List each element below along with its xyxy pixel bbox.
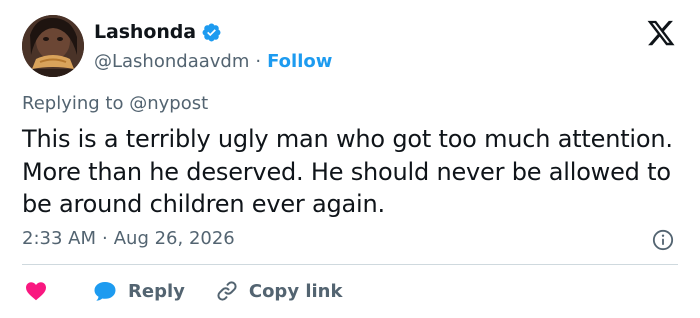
avatar[interactable] — [22, 15, 84, 77]
replying-prefix: Replying to — [22, 93, 130, 114]
handle[interactable]: @Lashondaavdm — [94, 51, 249, 72]
copy-link-button[interactable]: Copy link — [215, 279, 343, 303]
author-info: Lashonda @Lashondaavdm · Follow — [94, 18, 332, 74]
replying-to: Replying to @nypost — [22, 93, 208, 114]
heart-icon — [26, 282, 46, 301]
separator-dot: · — [102, 228, 108, 249]
tweet-card: Lashonda @Lashondaavdm · Follow Replying… — [0, 0, 700, 318]
reply-label: Reply — [128, 280, 185, 302]
follow-button[interactable]: Follow — [267, 51, 332, 72]
reply-bubble-icon — [94, 282, 116, 301]
tweet-date[interactable]: Aug 26, 2026 — [114, 228, 235, 249]
display-name[interactable]: Lashonda — [94, 21, 196, 43]
copy-link-label: Copy link — [248, 280, 343, 302]
tweet-meta: 2:33 AM · Aug 26, 2026 — [22, 228, 235, 249]
like-button[interactable] — [24, 279, 92, 303]
reply-target-link[interactable]: @nypost — [129, 93, 208, 114]
action-bar: Reply Copy link — [24, 277, 342, 305]
x-logo-icon[interactable] — [646, 18, 676, 48]
reply-button[interactable]: Reply — [92, 279, 185, 303]
tweet-time[interactable]: 2:33 AM — [22, 228, 96, 249]
separator-dot: · — [255, 50, 262, 72]
divider — [22, 264, 678, 265]
tweet-text: This is a terribly ugly man who got too … — [22, 125, 673, 218]
avatar-image — [22, 15, 84, 77]
link-icon — [217, 281, 237, 301]
info-icon[interactable] — [652, 229, 674, 251]
verified-badge-icon — [202, 23, 221, 41]
